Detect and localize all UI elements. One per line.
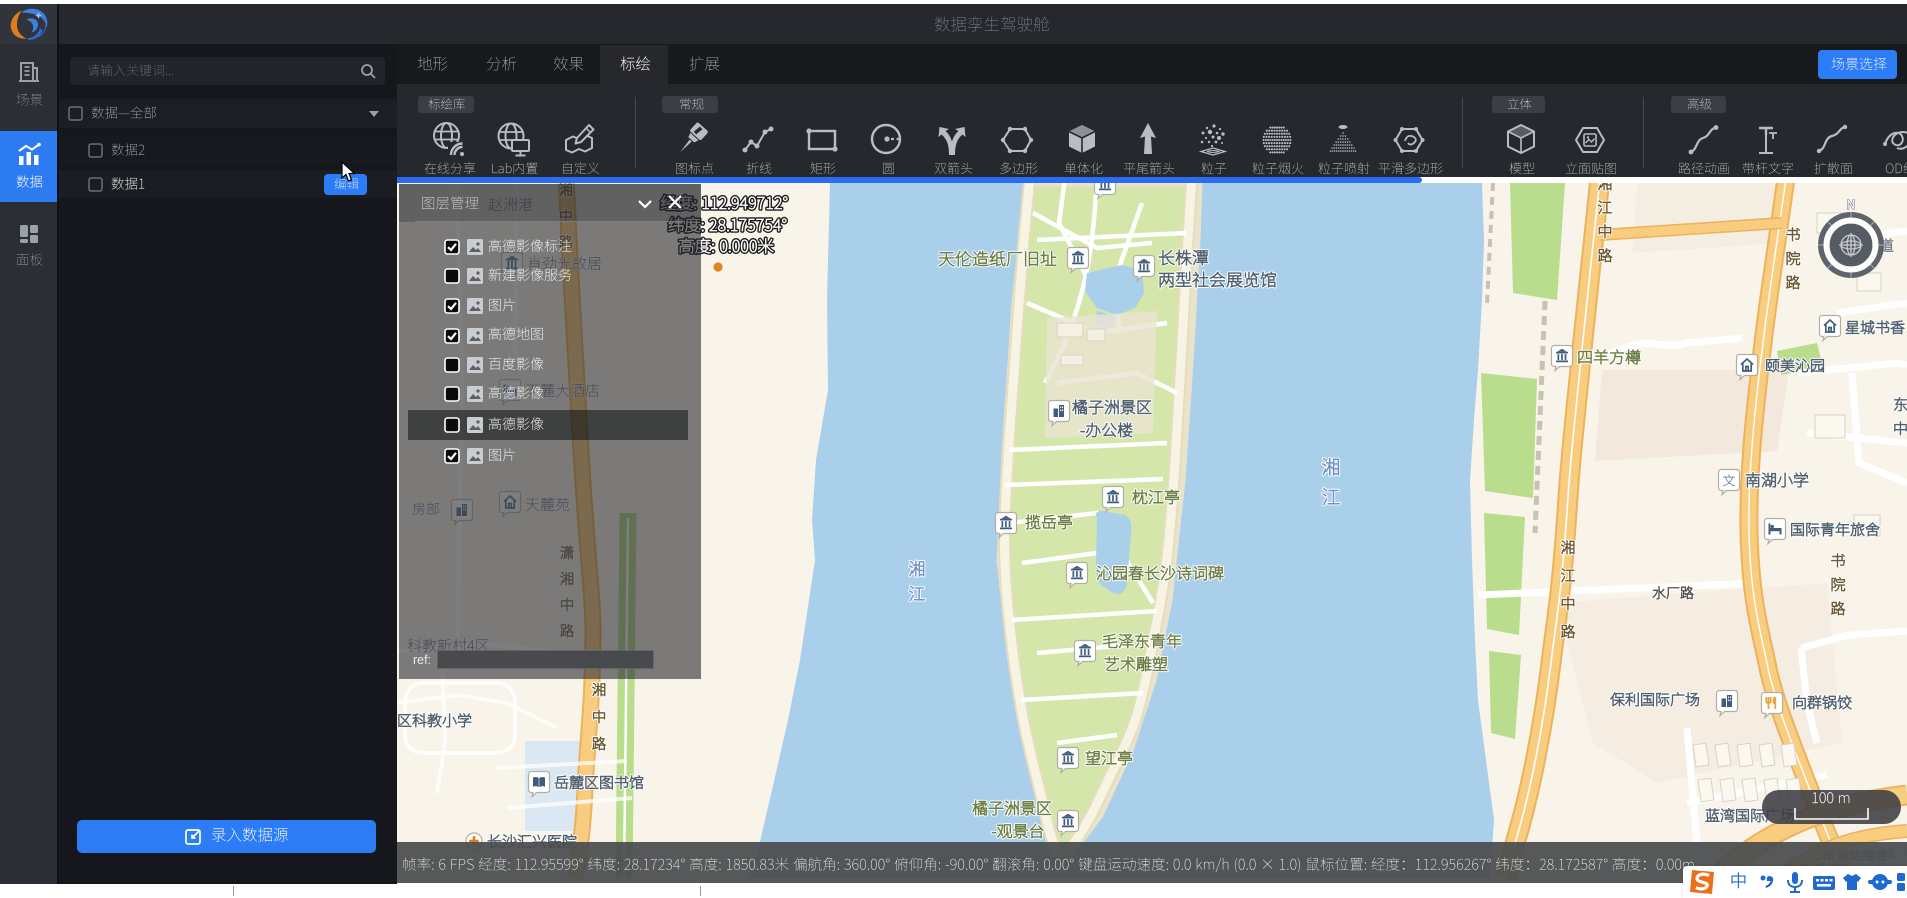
svg-text:ref:: ref: — [413, 653, 431, 667]
